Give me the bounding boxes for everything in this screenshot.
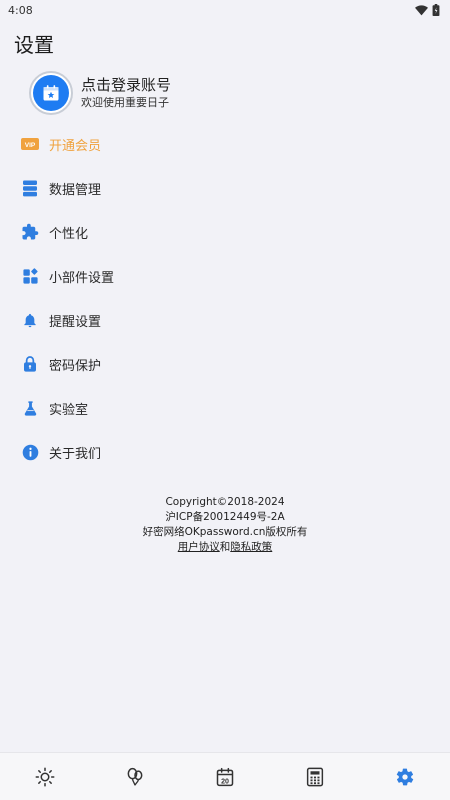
database-icon (21, 179, 39, 197)
svg-text:VIP: VIP (25, 142, 36, 149)
menu-item-widgets[interactable]: 小部件设置 (0, 254, 450, 298)
lock-icon (21, 355, 39, 373)
avatar[interactable] (29, 71, 73, 115)
menu-item-personalize[interactable]: 个性化 (0, 210, 450, 254)
calendar-day: 20 (221, 777, 229, 785)
menu-label: 实验室 (49, 402, 89, 418)
nav-calculator[interactable] (295, 757, 335, 797)
menu-item-reminders[interactable]: 提醒设置 (0, 298, 450, 342)
menu-item-about[interactable]: 关于我们 (0, 430, 450, 474)
wifi-icon (415, 4, 428, 15)
bottom-nav: 20 (0, 752, 450, 800)
login-profile[interactable]: 点击登录账号 欢迎使用重要日子 (29, 70, 329, 116)
flask-icon (21, 399, 39, 417)
menu-item-vip[interactable]: VIP 开通会员 (0, 122, 450, 166)
status-bar: 4:08 (0, 0, 450, 20)
widgets-icon (21, 267, 39, 285)
menu-item-data-management[interactable]: 数据管理 (0, 166, 450, 210)
user-agreement-link[interactable]: 用户协议 (178, 541, 220, 553)
menu-label: 关于我们 (49, 446, 102, 462)
welcome-text: 欢迎使用重要日子 (81, 96, 169, 109)
calendar-icon: 20 (216, 767, 234, 786)
and-text: 和 (219, 541, 231, 553)
menu-label: 数据管理 (49, 182, 102, 198)
footer: Copyright©2018-2024 沪ICP备20012449号-2A 好密… (0, 495, 450, 555)
menu-label: 个性化 (49, 226, 89, 242)
settings-menu: VIP 开通会员 数据管理 个性化 小部件设置 提醒设置 密码保护 实验室 关于… (0, 122, 450, 474)
menu-label: 密码保护 (49, 358, 102, 374)
settings-icon (396, 768, 414, 785)
privacy-policy-link[interactable]: 隐私政策 (230, 541, 272, 553)
sun-icon (35, 767, 55, 786)
owner-text: 好密网络OKpassword.cn版权所有 (142, 526, 308, 538)
nav-sun[interactable] (25, 757, 65, 797)
nav-balloons[interactable] (115, 757, 155, 797)
icp-text: 沪ICP备20012449号-2A (165, 511, 285, 523)
menu-item-password-protection[interactable]: 密码保护 (0, 342, 450, 386)
bell-icon (21, 311, 39, 329)
nav-calendar[interactable]: 20 (205, 757, 245, 797)
status-icons (415, 4, 440, 16)
menu-item-lab[interactable]: 实验室 (0, 386, 450, 430)
copyright-text: Copyright©2018-2024 (165, 496, 285, 508)
policy-links: 用户协议和隐私政策 (0, 540, 450, 555)
info-icon (21, 443, 39, 461)
menu-label: 开通会员 (49, 138, 102, 154)
vip-icon: VIP (21, 135, 39, 153)
menu-label: 提醒设置 (49, 314, 102, 330)
profile-text: 点击登录账号 欢迎使用重要日子 (81, 75, 171, 111)
login-prompt[interactable]: 点击登录账号 (81, 75, 171, 95)
status-time: 4:08 (8, 3, 33, 17)
calendar-star-icon (43, 85, 59, 101)
nav-settings[interactable] (385, 757, 425, 797)
balloons-icon (127, 767, 143, 786)
calculator-icon (306, 767, 324, 786)
page-title: 设置 (14, 33, 54, 57)
puzzle-icon (21, 223, 39, 241)
avatar-circle (33, 75, 69, 111)
menu-label: 小部件设置 (49, 270, 115, 286)
battery-icon (432, 4, 440, 16)
